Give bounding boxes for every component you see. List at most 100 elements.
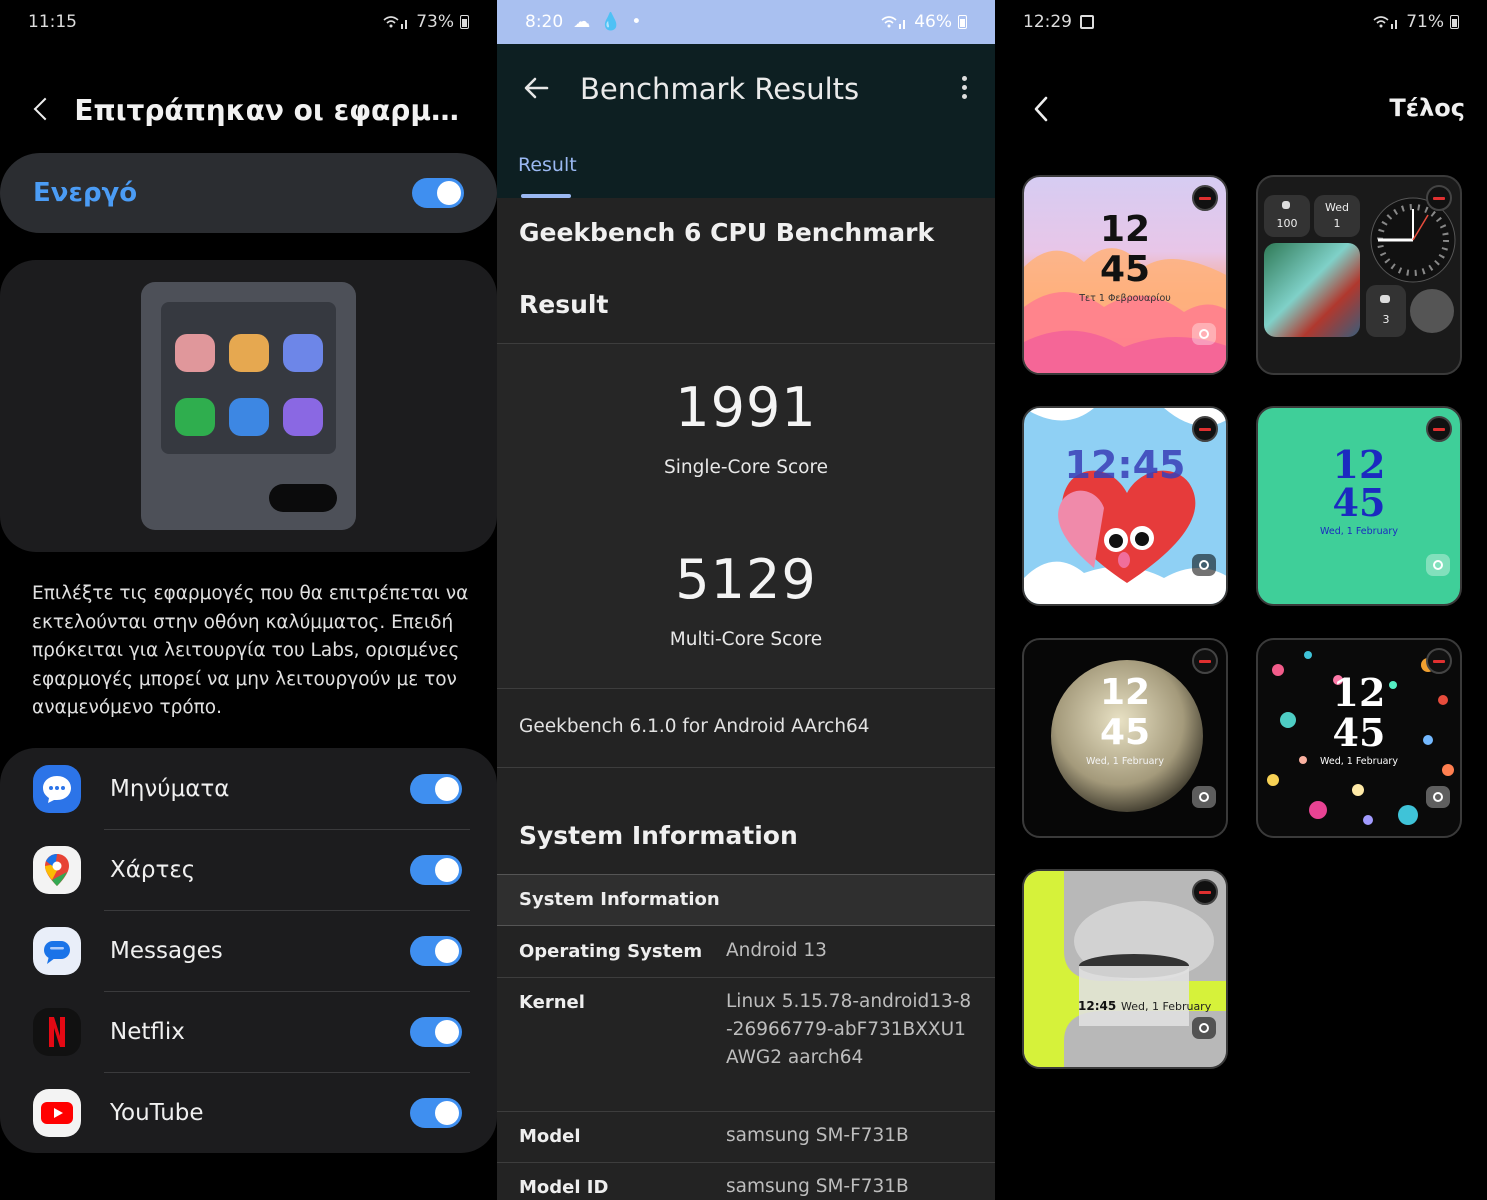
steps-icon <box>1282 201 1290 209</box>
battery-icon <box>460 15 469 29</box>
camera-icon[interactable] <box>1192 1017 1216 1039</box>
clock-date: Τετ 1 Φεβρουαρίου <box>1079 293 1171 304</box>
battery-percent: 71% <box>1406 12 1444 32</box>
apps-list: Μηνύματα Χάρτες Messages Netflix YouTube <box>0 748 497 1153</box>
image-notification-icon <box>1080 15 1094 29</box>
camera-icon[interactable] <box>1192 554 1216 576</box>
battery-icon <box>958 15 967 29</box>
app-row-google-messages[interactable]: Messages <box>0 910 497 991</box>
clock-style-tile[interactable]: 12 45 Τετ 1 Φεβρουαρίου <box>1022 175 1228 375</box>
app-toggle-switch[interactable] <box>410 1016 462 1047</box>
counter-widget: 3 <box>1366 285 1406 337</box>
back-chevron-icon[interactable] <box>28 95 54 125</box>
cover-screen-apps-panel: 11:15 73% Επιτράπηκαν οι εφαρμογές... Εν… <box>0 0 497 1200</box>
app-name: YouTube <box>110 1099 204 1126</box>
clock-date: Wed, 1 February <box>1320 526 1398 537</box>
description-text: Επιλέξτε τις εφαρμογές που θα επιτρέπετα… <box>32 583 469 718</box>
status-bar: 8:20 ☁ 💧 • 46% <box>497 0 995 44</box>
app-toggle-switch[interactable] <box>410 935 462 966</box>
app-bar: Benchmark Results Result <box>497 44 995 198</box>
app-name: Messages <box>110 937 223 964</box>
wifi-signal-icon <box>1372 15 1400 29</box>
camera-icon[interactable] <box>1192 323 1216 345</box>
app-toggle-switch[interactable] <box>410 773 462 804</box>
app-name: Netflix <box>110 1018 185 1045</box>
status-bar: 11:15 73% <box>0 0 497 44</box>
tab-result[interactable]: Result <box>518 154 577 176</box>
clock-style-tile[interactable]: 12 45 Wed, 1 February <box>1256 638 1462 838</box>
system-information-heading: System Information <box>519 821 798 850</box>
camera-icon[interactable] <box>1426 554 1450 576</box>
cloud-icon: ☁ <box>573 12 591 32</box>
clock-style-tile[interactable]: 12:45 <box>1022 406 1228 606</box>
row-value: Android 13 <box>726 940 827 961</box>
app-dot-icon <box>175 398 215 436</box>
google-messages-icon <box>33 926 81 975</box>
back-chevron-icon[interactable] <box>1027 94 1057 124</box>
geekbench-results-panel: 8:20 ☁ 💧 • 46% Benchmark Results Result … <box>497 0 995 1200</box>
camera-icon[interactable] <box>1426 786 1450 808</box>
app-toggle-switch[interactable] <box>410 1097 462 1128</box>
divider <box>497 1111 995 1112</box>
master-toggle-row[interactable]: Ενεργό <box>0 153 497 233</box>
back-arrow-icon[interactable] <box>523 74 551 102</box>
remove-icon[interactable] <box>1426 416 1452 442</box>
row-key: Model ID <box>519 1177 609 1198</box>
status-time: 12:29 <box>1023 12 1072 32</box>
done-button[interactable]: Τέλος <box>1389 94 1465 122</box>
steps-widget: 100 <box>1264 195 1310 237</box>
remove-icon[interactable] <box>1192 648 1218 674</box>
remove-icon[interactable] <box>1426 185 1452 211</box>
clock-hour: 12 <box>1099 209 1151 250</box>
system-table-heading: System Information <box>519 889 720 910</box>
clock-style-tile[interactable]: 12 45 Wed, 1 February <box>1022 638 1228 838</box>
row-key: Model <box>519 1126 581 1147</box>
app-toggle-switch[interactable] <box>410 854 462 885</box>
battery-percent: 73% <box>416 12 454 32</box>
master-toggle-label: Ενεργό <box>33 178 138 208</box>
samsung-messages-icon <box>33 764 81 813</box>
clock-minute: 45 <box>1332 480 1386 525</box>
app-dot-icon <box>175 334 215 372</box>
row-value: samsung SM-F731B <box>726 1176 909 1197</box>
divider <box>497 1162 995 1163</box>
app-dot-icon <box>283 398 323 436</box>
page-title: Benchmark Results <box>580 72 860 106</box>
clock-minute: 45 <box>1332 710 1386 755</box>
app-row-maps[interactable]: Χάρτες <box>0 829 497 910</box>
divider <box>497 688 995 689</box>
status-bar: 12:29 71% <box>995 0 1487 44</box>
camera-button-icon[interactable] <box>1410 289 1454 333</box>
app-name: Χάρτες <box>110 856 196 883</box>
app-row-netflix[interactable]: Netflix <box>0 991 497 1072</box>
clock-hour: 12 <box>1332 442 1386 487</box>
app-row-samsung-messages[interactable]: Μηνύματα <box>0 748 497 829</box>
benchmark-title: Geekbench 6 CPU Benchmark <box>519 218 935 247</box>
clock-style-tile[interactable]: 12 45 Wed, 1 February <box>1256 406 1462 606</box>
steps-value: 100 <box>1276 217 1298 230</box>
page-title: Επιτράπηκαν οι εφαρμογές... <box>74 93 477 127</box>
cover-screen-illustration <box>161 302 336 454</box>
clock-minute: 45 <box>1099 712 1151 753</box>
clock-styles-panel: 12:29 71% Τέλος 12 45 Τετ 1 Φεβρουαρίου <box>995 0 1487 1200</box>
app-bar: Τέλος <box>995 80 1487 140</box>
remove-icon[interactable] <box>1192 879 1218 905</box>
battery-icon <box>1450 15 1459 29</box>
clock-style-tile[interactable]: 12:45 Wed, 1 February <box>1022 869 1228 1069</box>
remove-icon[interactable] <box>1192 416 1218 442</box>
youtube-icon <box>33 1088 81 1137</box>
clock-hour: 12 <box>1332 670 1386 715</box>
clock-minute: 45 <box>1099 249 1151 290</box>
master-toggle-switch[interactable] <box>412 178 464 208</box>
remove-icon[interactable] <box>1192 185 1218 211</box>
more-options-icon[interactable] <box>959 76 969 102</box>
date-widget: Wed 1 <box>1314 195 1360 237</box>
divider <box>497 977 995 978</box>
app-row-youtube[interactable]: YouTube <box>0 1072 497 1153</box>
tab-indicator <box>521 194 571 198</box>
scores-section: 1991 Single-Core Score 5129 Multi-Core S… <box>497 344 995 688</box>
remove-icon[interactable] <box>1426 648 1452 674</box>
clock-style-tile[interactable]: 100 Wed 1 3 <box>1256 175 1462 375</box>
camera-icon[interactable] <box>1192 786 1216 808</box>
row-key: Operating System <box>519 941 703 962</box>
